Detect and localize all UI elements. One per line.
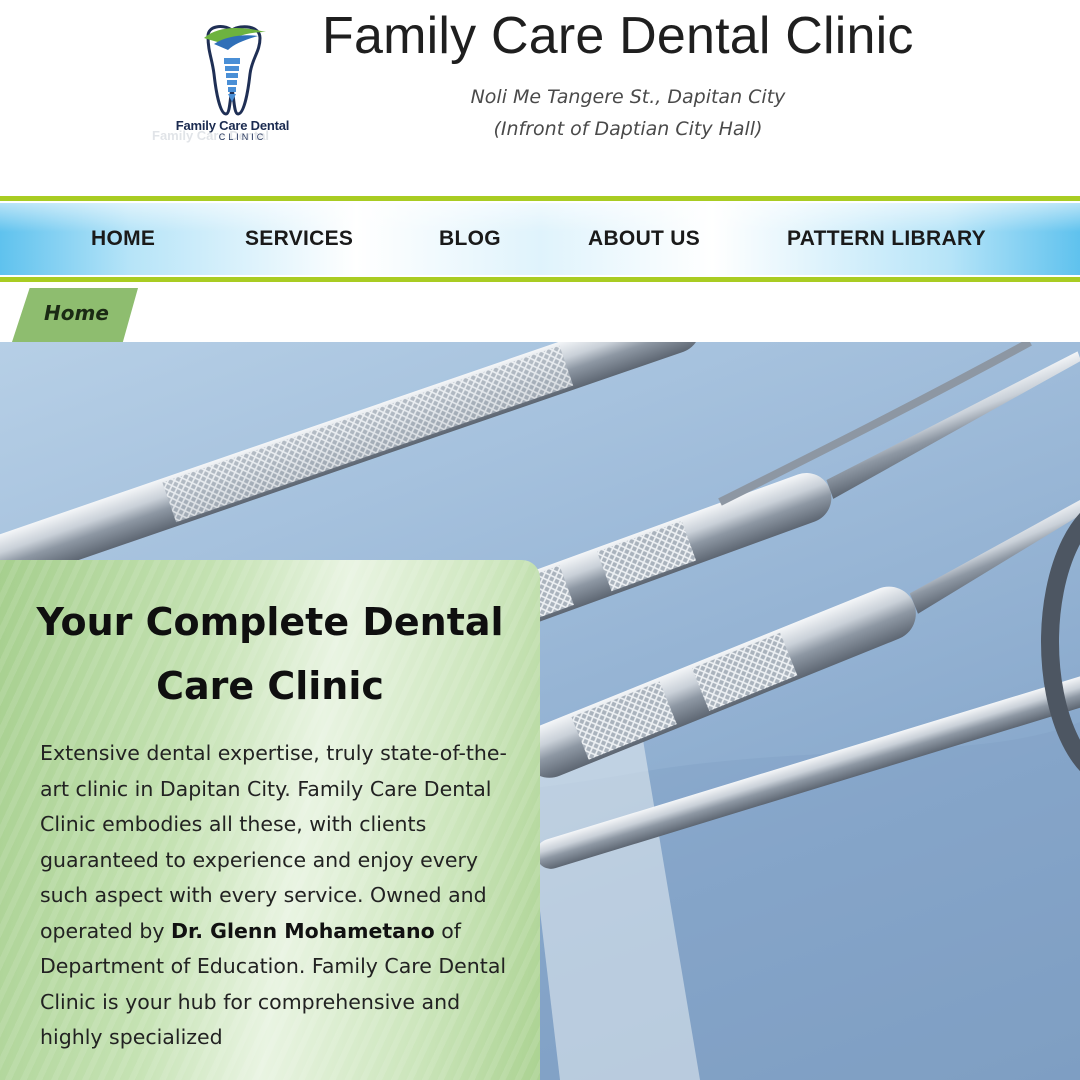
- hero-banner: Your Complete Dental Care Clinic Extensi…: [0, 342, 1080, 1080]
- breadcrumb[interactable]: Home: [12, 288, 138, 342]
- nav-pattern-library[interactable]: PATTERN LIBRARY: [787, 227, 986, 251]
- address-line-2: (Infront of Daptian City Hall): [493, 118, 763, 140]
- hero-body-part1: Extensive dental expertise, truly state-…: [40, 741, 507, 943]
- site-header: Family Care Dental Family Care Dental CL…: [0, 0, 1080, 196]
- tooth-logo-icon: [204, 25, 266, 116]
- site-title: Family Care Dental Clinic: [322, 7, 914, 65]
- nav-about-us[interactable]: ABOUT US: [588, 227, 700, 251]
- clinic-logo[interactable]: Family Care Dental Family Care Dental CL…: [150, 22, 315, 152]
- breadcrumb-home[interactable]: Home: [44, 301, 109, 325]
- nav-services[interactable]: SERVICES: [245, 227, 353, 251]
- intro-card: Your Complete Dental Care Clinic Extensi…: [0, 560, 540, 1080]
- hero-heading: Your Complete Dental Care Clinic: [36, 600, 504, 708]
- nav-bar: HOME SERVICES BLOG ABOUT US PATTERN LIBR…: [0, 201, 1080, 277]
- main-navigation: HOME SERVICES BLOG ABOUT US PATTERN LIBR…: [0, 196, 1080, 282]
- nav-blog[interactable]: BLOG: [439, 227, 501, 251]
- logo-subtext: CLINIC: [218, 132, 267, 142]
- logo-text: Family Care Dental: [175, 118, 290, 133]
- hero-description: Extensive dental expertise, truly state-…: [40, 736, 510, 1056]
- owner-name: Dr. Glenn Mohametano: [171, 918, 435, 943]
- nav-home[interactable]: HOME: [91, 227, 155, 251]
- address-line-1: Noli Me Tangere St., Dapitan City: [470, 86, 786, 108]
